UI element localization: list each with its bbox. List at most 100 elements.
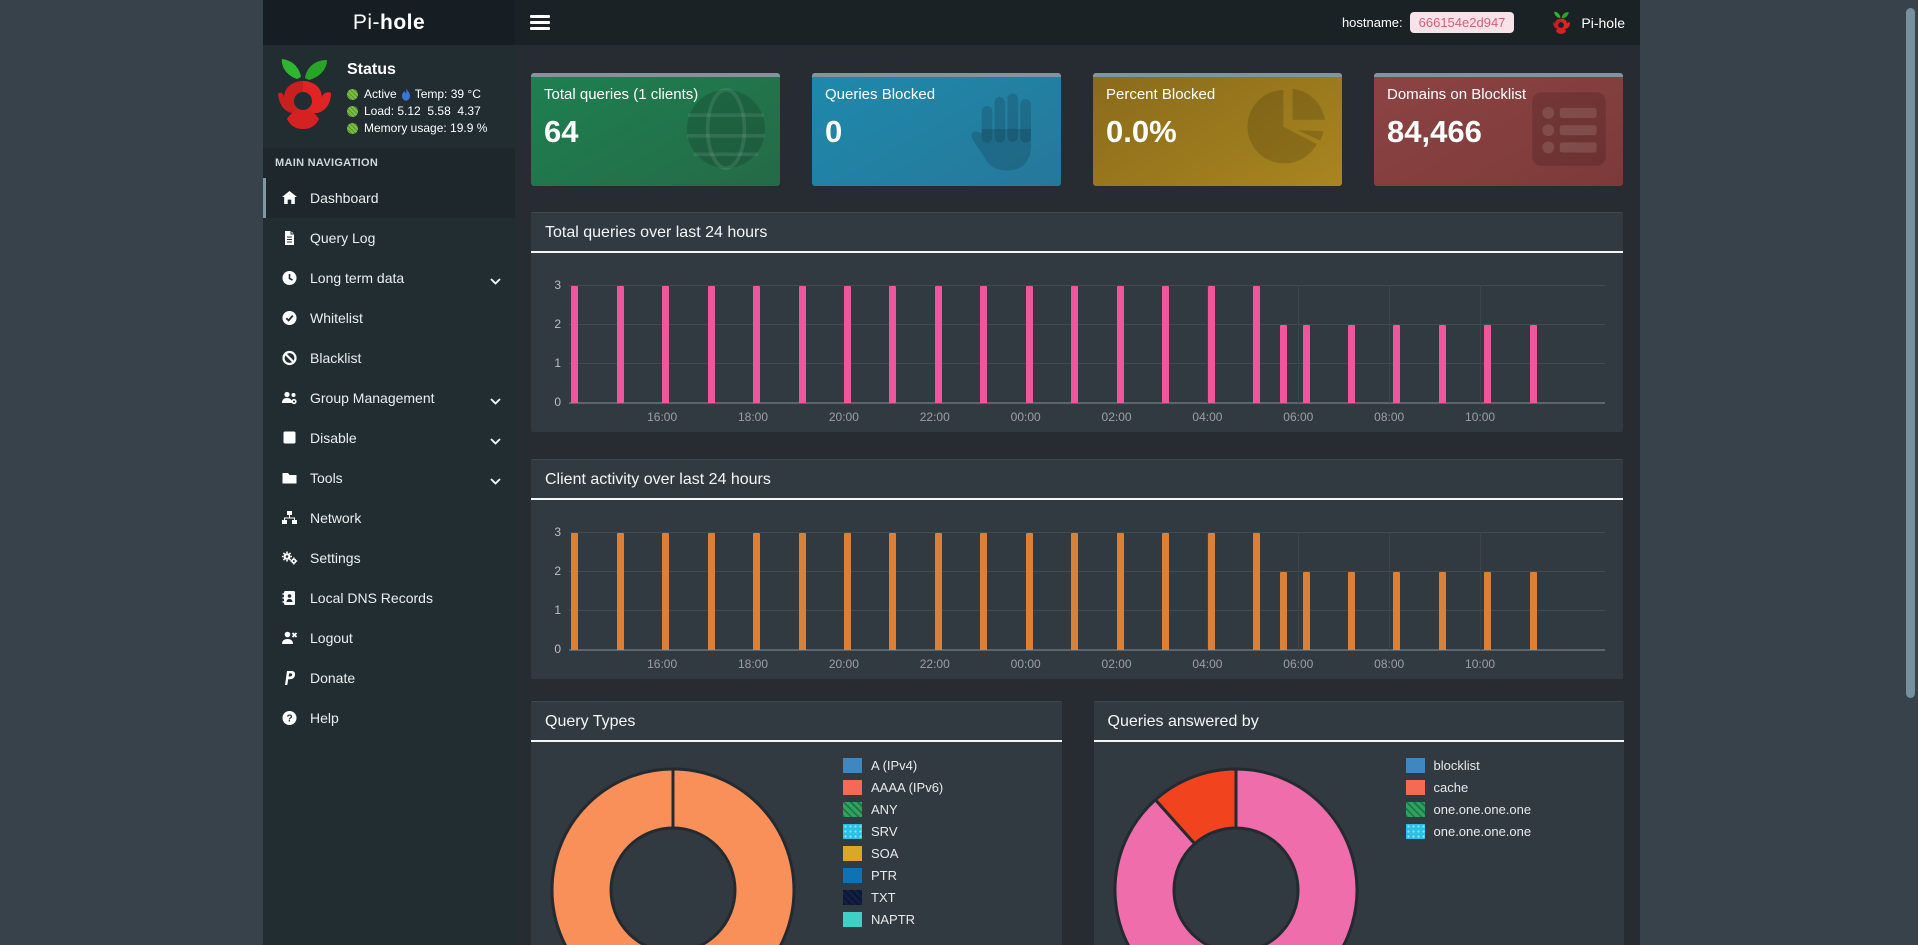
- question-icon: ?: [281, 710, 298, 726]
- sidebar-item-label: Long term data: [310, 270, 405, 286]
- sidebar-item-whitelist[interactable]: Whitelist: [263, 298, 515, 338]
- sidebar-item-donate[interactable]: Donate: [263, 658, 515, 698]
- chart-bar[interactable]: [844, 533, 852, 650]
- x-gridline: [1480, 285, 1482, 403]
- chart-bar[interactable]: [980, 533, 988, 650]
- sidebar-item-group-management[interactable]: Group Management: [263, 378, 515, 418]
- card-value: 0.0%: [1106, 114, 1177, 149]
- legend-item[interactable]: TXT: [843, 890, 943, 905]
- chart-bar[interactable]: [753, 286, 761, 403]
- chart-bar[interactable]: [1484, 572, 1492, 650]
- donut-legend: blocklist cache one.one.one.one one.one.one…: [1405, 758, 1532, 846]
- chart-bar[interactable]: [1302, 572, 1310, 650]
- chart-bar[interactable]: [616, 286, 624, 403]
- chart-bar[interactable]: [1438, 325, 1446, 403]
- users-gear-icon: [281, 390, 298, 406]
- chart-bar[interactable]: [1302, 325, 1310, 403]
- legend-swatch: [843, 780, 862, 795]
- chart-bar[interactable]: [980, 286, 988, 403]
- chart-bar[interactable]: [1025, 286, 1033, 403]
- donut-svg[interactable]: [1113, 767, 1363, 945]
- chart-bar[interactable]: [889, 533, 897, 650]
- chart-bar[interactable]: [1529, 572, 1537, 650]
- chart-bar[interactable]: [798, 533, 806, 650]
- chart-bar[interactable]: [1025, 533, 1033, 650]
- top-navbar: hostname: 666154e2d947 Pi-hole: [515, 0, 1640, 45]
- y-axis-tick-label: 0: [554, 642, 561, 656]
- legend-item[interactable]: cache: [1405, 780, 1532, 795]
- chart-bar[interactable]: [889, 286, 897, 403]
- box-title: Total queries over last 24 hours: [545, 224, 768, 241]
- chart-bar[interactable]: [1347, 325, 1355, 403]
- chart-bar[interactable]: [662, 286, 670, 403]
- chart-bar[interactable]: [1116, 533, 1124, 650]
- chart-bar[interactable]: [1162, 533, 1170, 650]
- card-title: Total queries (1 clients): [544, 86, 699, 103]
- legend-item[interactable]: one.one.one.one: [1405, 802, 1531, 817]
- sidebar-item-query-log[interactable]: Query Log: [263, 218, 515, 258]
- chart-bar[interactable]: [1484, 325, 1492, 403]
- y-axis-tick-label: 1: [554, 356, 561, 370]
- chart-bar[interactable]: [1116, 286, 1124, 403]
- page-scrollbar-thumb[interactable]: [1906, 8, 1915, 698]
- sidebar-item-local-dns-records[interactable]: Local DNS Records: [263, 578, 515, 618]
- chart-bar[interactable]: [1071, 533, 1079, 650]
- sidebar-item-settings[interactable]: Settings: [263, 538, 515, 578]
- sidebar-item-dashboard[interactable]: Dashboard: [263, 178, 515, 218]
- chart-bar[interactable]: [1252, 286, 1260, 403]
- chart-bar[interactable]: [707, 286, 715, 403]
- chart-bar[interactable]: [662, 533, 670, 650]
- sidebar-item-long-term-data[interactable]: Long term data: [263, 258, 515, 298]
- chart-bar[interactable]: [1162, 286, 1170, 403]
- status-load-values: 5.12 5.58 4.37: [397, 104, 481, 118]
- chart-bar[interactable]: [1393, 572, 1401, 650]
- chevron-down-icon: [490, 392, 501, 408]
- sidebar-item-disable[interactable]: Disable: [263, 418, 515, 458]
- legend-item[interactable]: AAAA (IPv6): [843, 780, 943, 795]
- legend-item[interactable]: PTR: [843, 868, 943, 883]
- legend-item[interactable]: SOA: [843, 846, 943, 861]
- chart-bar[interactable]: [1438, 572, 1446, 650]
- chart-bar[interactable]: [707, 533, 715, 650]
- legend-item[interactable]: A (IPv4): [843, 758, 943, 773]
- chart-bar[interactable]: [1279, 325, 1287, 403]
- legend-item[interactable]: NAPTR: [843, 912, 943, 927]
- total-queries-chart-canvas[interactable]: 3 2 1 0 16:00 18:00 20:00 22:00 00:00 02:00 04:00 0…: [554, 278, 1605, 424]
- sidebar-item-logout[interactable]: Logout: [263, 618, 515, 658]
- chart-bar[interactable]: [1393, 325, 1401, 403]
- sidebar-item-label: Group Management: [310, 390, 435, 406]
- check-circle-icon: [281, 310, 298, 326]
- legend-item[interactable]: SRV: [843, 824, 943, 839]
- sidebar-item-blacklist[interactable]: Blacklist: [263, 338, 515, 378]
- y-gridline: [569, 285, 1605, 286]
- sidebar-item-tools[interactable]: Tools: [263, 458, 515, 498]
- box-header: Query Types: [531, 702, 1062, 742]
- legend-item[interactable]: one.one.one.one: [1405, 824, 1531, 839]
- chart-bar[interactable]: [1252, 533, 1260, 650]
- chart-bar[interactable]: [616, 533, 624, 650]
- chart-bar[interactable]: [1529, 325, 1537, 403]
- chart-bar[interactable]: [571, 533, 579, 650]
- client-activity-chart-canvas[interactable]: 3 2 1 0 16:00 18:00 20:00 22:00 00:00 02:00 04:00 0…: [554, 525, 1605, 671]
- legend-item[interactable]: ANY: [843, 802, 943, 817]
- chart-bar[interactable]: [571, 286, 579, 403]
- legend-item[interactable]: blocklist: [1405, 758, 1532, 773]
- chart-bar[interactable]: [1279, 572, 1287, 650]
- y-axis-tick-label: 3: [554, 525, 561, 539]
- sidebar-item-network[interactable]: Network: [263, 498, 515, 538]
- paypal-icon: [281, 670, 298, 686]
- x-axis-tick-label: 00:00: [1010, 657, 1041, 671]
- chart-bar[interactable]: [844, 286, 852, 403]
- sidebar-item-help[interactable]: ? Help: [263, 698, 515, 738]
- chart-bar[interactable]: [798, 286, 806, 403]
- status-panel: Status Active Temp: 39 °C Load: 5.12 5.5…: [263, 45, 515, 148]
- chart-bar[interactable]: [753, 533, 761, 650]
- hamburger-menu-icon[interactable]: [530, 15, 550, 30]
- chart-bar[interactable]: [934, 286, 942, 403]
- chart-bar[interactable]: [1347, 572, 1355, 650]
- chart-bar[interactable]: [1071, 286, 1079, 403]
- chart-bar[interactable]: [934, 533, 942, 650]
- chart-bar[interactable]: [1207, 533, 1215, 650]
- chart-bar[interactable]: [1207, 286, 1215, 403]
- donut-svg[interactable]: [550, 767, 800, 945]
